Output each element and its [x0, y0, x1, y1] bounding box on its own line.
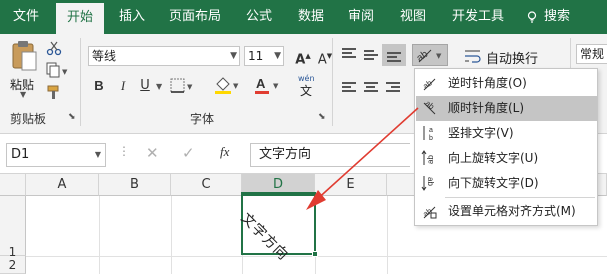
annotation-arrow — [306, 107, 419, 210]
